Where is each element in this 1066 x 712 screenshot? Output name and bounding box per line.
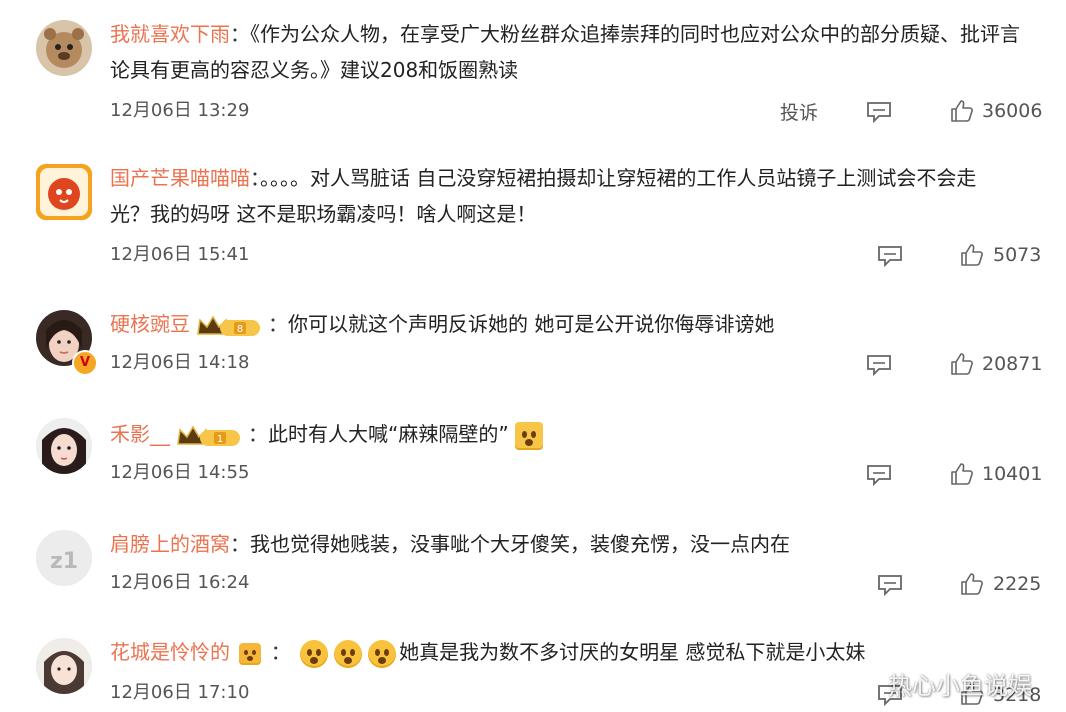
- like-count: 20871: [982, 353, 1043, 375]
- comment-text-continued: 光？我的妈呀 这不是职场霸凌吗！啥人啊这是！: [110, 202, 537, 226]
- username-link[interactable]: 我就喜欢下雨: [110, 22, 230, 46]
- svg-text:z1: z1: [50, 549, 78, 574]
- like-count: 36006: [982, 100, 1043, 122]
- avatar[interactable]: [36, 638, 92, 694]
- comment-text: 她真是我为数不多讨厌的女明星 感觉私下就是小太妹: [399, 640, 866, 664]
- emoji-icon: [334, 639, 363, 668]
- comment-line-2: 光？我的妈呀 这不是职场霸凌吗！啥人啊这是！: [110, 196, 536, 232]
- vip-crown-badge-icon: 8: [197, 315, 260, 336]
- like-count: 5073: [993, 244, 1042, 266]
- timestamp: 12月06日 13:29: [110, 100, 250, 121]
- like-count: 2225: [993, 573, 1042, 595]
- comment-line: 国产芒果喵喵喵：。。。。对人骂脏话 自己没穿短裙拍摄却让穿短裙的工作人员站镜子上…: [110, 160, 976, 196]
- emoji-icon: [368, 639, 397, 668]
- username-link[interactable]: 国产芒果喵喵喵: [110, 166, 250, 190]
- like-count: 10401: [982, 463, 1043, 485]
- comment-text: 此时有人大喊“麻辣隔壁的”: [268, 422, 509, 446]
- vip-crown-badge-icon: 1: [177, 425, 240, 446]
- username-link[interactable]: 花城是怜怜的: [110, 640, 230, 664]
- timestamp: 12月06日 17:10: [110, 682, 250, 703]
- thumbs-up-icon[interactable]: [950, 99, 974, 123]
- separator: ：: [230, 22, 250, 46]
- comment-icon[interactable]: [877, 245, 903, 267]
- comment-item: 国产芒果喵喵喵：。。。。对人骂脏话 自己没穿短裙拍摄却让穿短裙的工作人员站镜子上…: [0, 140, 1066, 280]
- thumbs-up-icon[interactable]: [950, 462, 974, 486]
- separator: ：: [250, 166, 260, 190]
- username-link[interactable]: 硬核豌豆: [110, 312, 190, 336]
- comment-item: 禾影__ 1 ：此时有人大喊“麻辣隔壁的” 12月06日 14:55 10401: [0, 400, 1066, 510]
- comment-text: 《作为公众人物，在享受广大粉丝群众追捧崇拜的同时也应对公众中的部分质疑、批评言: [250, 22, 1020, 46]
- username-link[interactable]: 肩膀上的酒窝: [110, 532, 230, 556]
- comment-line: 禾影__ 1 ：此时有人大喊“麻辣隔壁的”: [110, 416, 546, 452]
- comment-icon[interactable]: [866, 354, 892, 376]
- avatar[interactable]: [36, 418, 92, 474]
- thumbs-up-icon[interactable]: [960, 572, 984, 596]
- comment-item: z1 肩膀上的酒窝：我也觉得她贱装，没事呲个大牙傻笑，装傻充愣，没一点内在 12…: [0, 512, 1066, 622]
- avatar[interactable]: [36, 164, 92, 220]
- avatar[interactable]: [36, 20, 92, 76]
- timestamp: 12月06日 15:41: [110, 244, 250, 265]
- comment-icon[interactable]: [877, 574, 903, 596]
- separator: ：: [268, 312, 288, 336]
- comment-line: 花城是怜怜的 ： 她真是我为数不多讨厌的女明星 感觉私下就是小太妹: [110, 634, 865, 670]
- comment-icon[interactable]: [866, 101, 892, 123]
- comment-text: 我也觉得她贱装，没事呲个大牙傻笑，装傻充愣，没一点内在: [250, 532, 790, 556]
- comment-text: 你可以就这个声明反诉她的 她可是公开说你侮辱诽谤她: [288, 312, 775, 336]
- thumbs-up-icon[interactable]: [950, 352, 974, 376]
- emoji-icon: [300, 639, 329, 668]
- timestamp: 12月06日 14:55: [110, 462, 250, 483]
- watermark: 热心小鱼说娱: [888, 672, 1032, 700]
- comment-line-2: 论具有更高的容忍义务。》建议208和饭圈熟读: [110, 52, 518, 88]
- comment-line: 我就喜欢下雨：《作为公众人物，在享受广大粉丝群众追捧崇拜的同时也应对公众中的部分…: [110, 16, 1020, 52]
- comment-text: 。。。。对人骂脏话 自己没穿短裙拍摄却让穿短裙的工作人员站镜子上测试会不会走: [260, 166, 977, 190]
- separator: ：: [230, 532, 250, 556]
- avatar[interactable]: z1: [36, 530, 92, 586]
- v-badge-icon: V: [72, 350, 98, 376]
- separator: ：: [270, 640, 291, 664]
- comment-item: 我就喜欢下雨：《作为公众人物，在享受广大粉丝群众追捧崇拜的同时也应对公众中的部分…: [0, 0, 1066, 140]
- comment-text-continued: 论具有更高的容忍义务。》建议208和饭圈熟读: [110, 58, 519, 82]
- comment-icon[interactable]: [866, 464, 892, 486]
- comment-item: V 硬核豌豆 8 ：你可以就这个声明反诉她的 她可是公开说你侮辱诽谤她 12月06日…: [0, 290, 1066, 400]
- svg-text:8: 8: [237, 324, 243, 335]
- username-link[interactable]: 禾影__: [110, 422, 170, 446]
- thumbs-up-icon[interactable]: [960, 243, 984, 267]
- timestamp: 12月06日 16:24: [110, 572, 250, 593]
- svg-text:1: 1: [217, 434, 223, 445]
- timestamp: 12月06日 14:18: [110, 352, 250, 373]
- emoji-icon: [514, 421, 543, 450]
- vip-badge-icon: [239, 642, 262, 665]
- comment-line: 硬核豌豆 8 ：你可以就这个声明反诉她的 她可是公开说你侮辱诽谤她: [110, 306, 774, 342]
- comment-line: 肩膀上的酒窝：我也觉得她贱装，没事呲个大牙傻笑，装傻充愣，没一点内在: [110, 526, 790, 562]
- separator: ：: [248, 422, 268, 446]
- report-button[interactable]: 投诉: [780, 98, 818, 125]
